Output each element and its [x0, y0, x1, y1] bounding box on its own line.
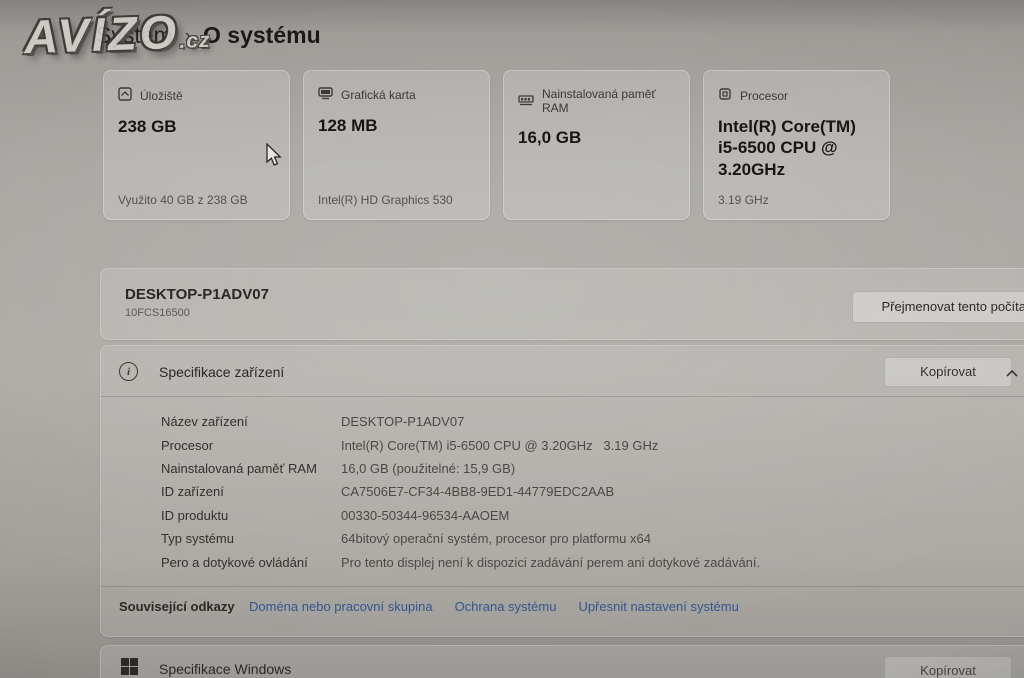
- graphics-card-value: 128 MB: [318, 115, 475, 136]
- spec-row-system-type: Typ systému 64bitový operační systém, pr…: [161, 527, 760, 550]
- page-title: O systému: [203, 22, 321, 49]
- processor-card: Procesor Intel(R) Core(TM) i5-6500 CPU @…: [703, 70, 890, 220]
- device-specs-rows: Název zařízení DESKTOP-P1ADV07 Procesor …: [161, 410, 760, 574]
- settings-about-page: Systém › O systému Úložiště 238 GB Využi…: [0, 0, 1024, 678]
- processor-card-label: Procesor: [740, 89, 788, 103]
- spec-row-ram: Nainstalovaná paměť RAM 16,0 GB (použite…: [161, 457, 760, 480]
- graphics-card-label: Grafická karta: [341, 88, 416, 102]
- cpu-icon: [718, 87, 732, 104]
- processor-card-value: Intel(R) Core(TM) i5-6500 CPU @ 3.20GHz: [718, 116, 875, 180]
- spec-row-processor: Procesor Intel(R) Core(TM) i5-6500 CPU @…: [161, 433, 760, 456]
- divider: [101, 396, 1024, 397]
- device-specs-expander[interactable]: i Specifikace zařízení Kopírovat: [101, 346, 1024, 396]
- graphics-card-icon: [318, 87, 333, 103]
- storage-card: Úložiště 238 GB Využito 40 GB z 238 GB: [103, 70, 290, 220]
- link-advanced-system-settings[interactable]: Upřesnit nastavení systému: [578, 599, 738, 614]
- rename-pc-button[interactable]: Přejmenovat tento počítač: [852, 291, 1024, 323]
- storage-icon: [118, 87, 132, 104]
- avizo-watermark-brand: AVÍZO: [23, 5, 180, 63]
- processor-card-footer: 3.19 GHz: [718, 193, 769, 207]
- related-links-label: Související odkazy: [119, 599, 249, 614]
- device-specs-card: i Specifikace zařízení Kopírovat Název z…: [100, 345, 1024, 637]
- device-header-card: DESKTOP-P1ADV07 10FCS16500 Přejmenovat t…: [100, 268, 1024, 340]
- copy-windows-specs-button[interactable]: Kopírovat: [884, 656, 1012, 678]
- device-name: DESKTOP-P1ADV07: [125, 286, 269, 303]
- overview-cards: Úložiště 238 GB Využito 40 GB z 238 GB G…: [103, 70, 890, 220]
- spec-row-pen-touch: Pero a dotykové ovládání Pro tento displ…: [161, 550, 760, 573]
- spec-row-device-id: ID zařízení CA7506E7-CF34-4BB8-9ED1-4477…: [161, 480, 760, 503]
- graphics-card-footer: Intel(R) HD Graphics 530: [318, 193, 453, 207]
- storage-card-footer: Využito 40 GB z 238 GB: [118, 193, 248, 207]
- ram-card-value: 16,0 GB: [518, 127, 675, 148]
- avizo-watermark-suffix: .cz: [179, 29, 211, 53]
- ram-card-label: Nainstalovaná paměť RAM: [542, 87, 675, 115]
- device-serial: 10FCS16500: [125, 307, 190, 319]
- chevron-up-icon[interactable]: [1004, 366, 1020, 382]
- device-specs-title: Specifikace zařízení: [159, 364, 284, 380]
- windows-specs-title: Specifikace Windows: [159, 661, 291, 677]
- ram-icon: [518, 94, 534, 109]
- mouse-cursor-icon: [266, 143, 283, 172]
- link-domain-workgroup[interactable]: Doména nebo pracovní skupina: [249, 599, 433, 614]
- windows-logo-icon: [121, 658, 138, 675]
- graphics-card: Grafická karta 128 MB Intel(R) HD Graphi…: [303, 70, 490, 220]
- avizo-watermark: AVÍZO.cz: [23, 3, 211, 64]
- spec-row-device-name: Název zařízení DESKTOP-P1ADV07: [161, 410, 760, 433]
- copy-device-specs-button[interactable]: Kopírovat: [884, 357, 1012, 387]
- related-links-row: Související odkazy Doména nebo pracovní …: [119, 599, 761, 614]
- windows-specs-card[interactable]: Specifikace Windows Kopírovat: [100, 645, 1024, 678]
- ram-card: Nainstalovaná paměť RAM 16,0 GB: [503, 70, 690, 220]
- link-system-protection[interactable]: Ochrana systému: [455, 599, 557, 614]
- storage-card-label: Úložiště: [140, 89, 183, 103]
- storage-card-value: 238 GB: [118, 116, 275, 137]
- info-icon: i: [119, 362, 138, 381]
- spec-row-product-id: ID produktu 00330-50344-96534-AAOEM: [161, 504, 760, 527]
- divider: [101, 586, 1024, 587]
